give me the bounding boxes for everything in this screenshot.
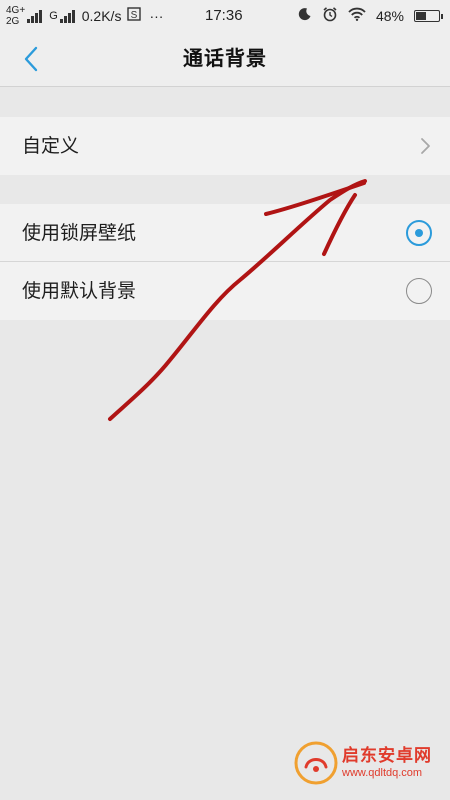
radio-unselected-icon[interactable] <box>406 278 432 304</box>
watermark-url: www.qdltdq.com <box>342 767 423 779</box>
battery-percent: 48% <box>375 8 404 24</box>
status-time: 17:36 <box>205 7 243 24</box>
status-bar: 4G+ 2G G 0.2K/s S ··· 17:36 48% <box>0 0 450 32</box>
app-header: 通话背景 <box>0 32 450 87</box>
signal-icon <box>27 9 43 23</box>
status-bar-left: 4G+ 2G G 0.2K/s S ··· <box>6 0 169 32</box>
signal-icon <box>59 9 76 23</box>
wifi-icon <box>348 7 366 25</box>
watermark-logo-icon <box>294 741 338 785</box>
battery-icon <box>414 10 443 22</box>
network-type: 4G+ 2G <box>6 5 25 27</box>
alarm-icon <box>322 6 338 26</box>
sim-card-icon: S <box>127 7 142 25</box>
svg-text:S: S <box>131 10 138 21</box>
radio-selected-icon[interactable] <box>406 220 432 246</box>
option-lock-screen-wallpaper[interactable]: 使用锁屏壁纸 <box>0 204 450 262</box>
option-label: 使用默认背景 <box>22 280 137 302</box>
moon-icon <box>298 7 312 25</box>
watermark-text: 启东安卓网 www.qdltdq.com <box>342 746 432 780</box>
custom-background-item[interactable]: 自定义 <box>0 117 450 175</box>
page-title: 通话背景 <box>183 46 267 70</box>
option-label: 使用锁屏壁纸 <box>22 222 137 244</box>
watermark-name: 启东安卓网 <box>342 746 432 766</box>
network-speed: 0.2K/s <box>81 8 122 24</box>
chevron-right-icon <box>421 138 430 154</box>
custom-background-label: 自定义 <box>22 135 80 157</box>
network-type-primary: 4G+ <box>6 5 26 16</box>
network-g-label: G <box>49 10 58 22</box>
network-type-secondary: 2G <box>6 16 20 27</box>
watermark: 启东安卓网 www.qdltdq.com <box>294 734 444 792</box>
option-default-background[interactable]: 使用默认背景 <box>0 262 450 320</box>
status-bar-right: 48% <box>298 0 443 32</box>
more-indicator: ··· <box>149 8 164 24</box>
